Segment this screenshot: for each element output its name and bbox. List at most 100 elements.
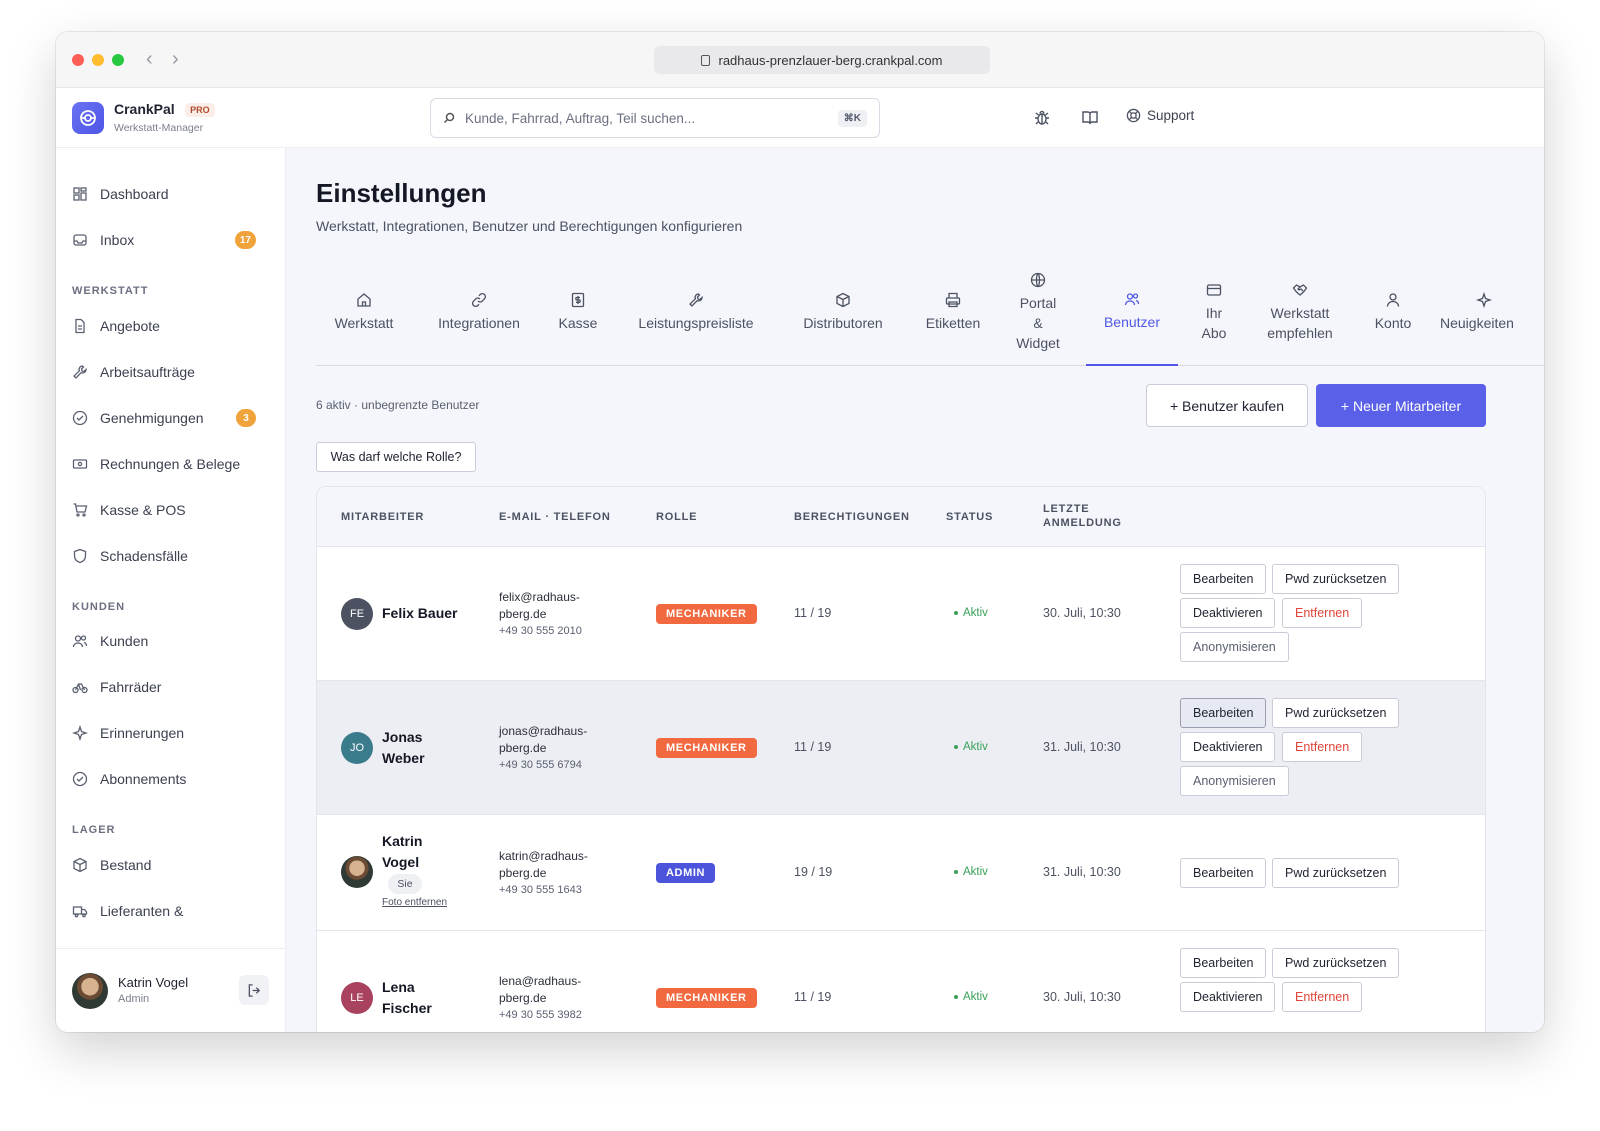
edit-button[interactable]: Bearbeiten	[1180, 698, 1267, 728]
avatar[interactable]	[72, 973, 108, 1009]
tab-werkstatt[interactable]: Werkstatt	[316, 258, 412, 366]
remove-button[interactable]: Entfernen	[1282, 598, 1363, 628]
employee-name: Jonas Weber	[382, 729, 425, 766]
maximize-window-button[interactable]	[112, 54, 124, 66]
role-badge: MECHANIKER	[656, 738, 757, 758]
box-icon	[836, 292, 850, 307]
table-row[interactable]: JO Jonas Weber jonas@radhaus- pberg.de +…	[317, 681, 1485, 815]
crankpal-logo-icon[interactable]	[72, 102, 104, 134]
remove-photo-link[interactable]: Foto entfernen	[382, 897, 447, 908]
minimize-window-button[interactable]	[92, 54, 104, 66]
employee-name: Felix Bauer	[382, 605, 458, 621]
tab-etiketten[interactable]: Etiketten	[914, 258, 992, 366]
logout-button[interactable]	[239, 975, 269, 1005]
sidebar-item-abonnements[interactable]: Abonnements	[72, 761, 270, 797]
tab-distributoren[interactable]: Distributoren	[782, 258, 904, 366]
sidebar-item-label: Kasse & POS	[100, 502, 186, 518]
reset-password-button[interactable]: Pwd zurücksetzen	[1272, 948, 1400, 978]
last-login: 30. Juli, 10:30	[1043, 606, 1121, 620]
section-stock: LAGER	[72, 824, 116, 836]
sidebar-item-angebote[interactable]: Angebote	[72, 308, 270, 344]
global-search[interactable]: ⌘K	[430, 98, 880, 138]
anonymize-button[interactable]: Anonymisieren	[1180, 766, 1289, 796]
sidebar-item-rechnungen[interactable]: Rechnungen & Belege	[72, 446, 270, 482]
lifebuoy-icon	[1126, 108, 1141, 123]
reset-password-button[interactable]: Pwd zurücksetzen	[1272, 858, 1400, 888]
tab-neuigkeiten[interactable]: Neuigkeiten	[1440, 258, 1544, 366]
cash-icon	[72, 459, 88, 469]
reset-password-button[interactable]: Pwd zurücksetzen	[1272, 698, 1400, 728]
sidebar-item-arbeitsauftraege[interactable]: Arbeitsaufträge	[72, 354, 270, 390]
back-arrow-icon[interactable]: ‹	[146, 47, 153, 71]
docs-book-icon[interactable]	[1080, 108, 1100, 128]
sidebar-item-lieferanten[interactable]: Lieferanten &	[72, 893, 270, 929]
edit-button[interactable]: Bearbeiten	[1180, 564, 1267, 594]
edit-button[interactable]: Bearbeiten	[1180, 948, 1267, 978]
close-window-button[interactable]	[72, 54, 84, 66]
table-row[interactable]: Katrin Vogel Sie Foto entfernen katrin@r…	[317, 815, 1485, 931]
table-row[interactable]: FE Felix Bauer felix@radhaus- pberg.de +…	[317, 547, 1485, 681]
bicycle-icon	[72, 683, 88, 694]
deactivate-button[interactable]: Deaktivieren	[1180, 982, 1276, 1012]
bug-icon[interactable]	[1032, 108, 1052, 128]
edit-button[interactable]: Bearbeiten	[1180, 858, 1267, 888]
sidebar-item-fahrraeder[interactable]: Fahrräder	[72, 669, 270, 705]
box-icon	[73, 857, 87, 873]
anonymize-button[interactable]: Anonymisieren	[1180, 632, 1289, 662]
new-employee-button[interactable]: + Neuer Mitarbeiter	[1316, 384, 1486, 427]
reset-password-button[interactable]: Pwd zurücksetzen	[1272, 564, 1400, 594]
sidebar: Dashboard Inbox 17 WERKSTATT Angebote Ar…	[56, 148, 286, 1032]
credit-card-icon	[1206, 283, 1222, 296]
tab-integrationen[interactable]: Integrationen	[424, 258, 534, 366]
tab-leistungspreisliste[interactable]: Leistungspreisliste	[622, 258, 770, 366]
app-header: CrankPal PRO Werkstatt-Manager ⌘K	[56, 88, 1544, 148]
tab-benutzer[interactable]: Benutzer	[1086, 258, 1178, 366]
employee-email[interactable]: felix@radhaus- pberg.de	[499, 589, 609, 623]
remove-button[interactable]: Entfernen	[1282, 732, 1363, 762]
support-link[interactable]: Support	[1126, 108, 1194, 123]
tab-ihr-abo[interactable]: Ihr Abo	[1188, 258, 1240, 366]
employee-contact: felix@radhaus- pberg.de +49 30 555 2010	[499, 589, 609, 640]
tab-label: Werkstatt empfehlen	[1267, 304, 1333, 341]
plan-badge: PRO	[185, 103, 215, 117]
employee-email[interactable]: katrin@radhaus- pberg.de	[499, 848, 609, 882]
tab-konto[interactable]: Konto	[1358, 258, 1428, 366]
last-login: 31. Juli, 10:30	[1043, 740, 1121, 754]
remove-button[interactable]: Entfernen	[1282, 982, 1363, 1012]
tab-portal-widget[interactable]: Portal & Widget	[1004, 258, 1072, 366]
last-login: 30. Juli, 10:30	[1043, 990, 1121, 1004]
employee-email[interactable]: jonas@radhaus- pberg.de	[499, 723, 609, 757]
tab-kasse[interactable]: Kasse	[548, 258, 608, 366]
tab-werkstatt-empfehlen[interactable]: Werkstatt empfehlen	[1256, 258, 1344, 366]
avatar	[341, 856, 373, 888]
sidebar-item-dashboard[interactable]: Dashboard	[72, 176, 270, 212]
permissions-count: 11 / 19	[794, 990, 832, 1004]
status-badge: Aktiv	[954, 991, 988, 1003]
table-row[interactable]: LE Lena Fischer lena@radhaus- pberg.de +…	[317, 931, 1485, 1032]
sidebar-item-kasse[interactable]: Kasse & POS	[72, 492, 270, 528]
sidebar-footer: Katrin Vogel Admin	[56, 948, 285, 1032]
sparkle-icon	[72, 725, 88, 741]
column-header: STATUS	[946, 511, 994, 523]
sidebar-item-schadensfaelle[interactable]: Schadensfälle	[72, 538, 270, 574]
search-input[interactable]	[465, 110, 828, 126]
url-bar[interactable]: radhaus-prenzlauer-berg.crankpal.com	[654, 46, 990, 74]
sidebar-item-inbox[interactable]: Inbox 17	[72, 222, 270, 258]
deactivate-button[interactable]: Deaktivieren	[1180, 598, 1276, 628]
role-info-button[interactable]: Was darf welche Rolle?	[316, 442, 476, 472]
sidebar-item-erinnerungen[interactable]: Erinnerungen	[72, 715, 270, 751]
buy-users-button[interactable]: + Benutzer kaufen	[1146, 384, 1308, 427]
tab-label: Ihr Abo	[1201, 304, 1227, 341]
forward-arrow-icon[interactable]: ›	[172, 47, 179, 71]
browser-chrome: ‹ › radhaus-prenzlauer-berg.crankpal.com	[56, 32, 1544, 88]
sidebar-item-genehmigungen[interactable]: Genehmigungen 3	[72, 400, 270, 436]
users-icon	[72, 635, 88, 648]
user-count-meta: 6 aktiv · unbegrenzte Benutzer	[316, 398, 480, 412]
sidebar-item-label: Angebote	[100, 318, 160, 334]
deactivate-button[interactable]: Deaktivieren	[1180, 732, 1276, 762]
role-badge: MECHANIKER	[656, 604, 757, 624]
employee-email[interactable]: lena@radhaus- pberg.de	[499, 973, 609, 1007]
sidebar-item-kunden[interactable]: Kunden	[72, 623, 270, 659]
current-user-role: Admin	[118, 993, 150, 1005]
sidebar-item-bestand[interactable]: Bestand	[72, 847, 270, 883]
